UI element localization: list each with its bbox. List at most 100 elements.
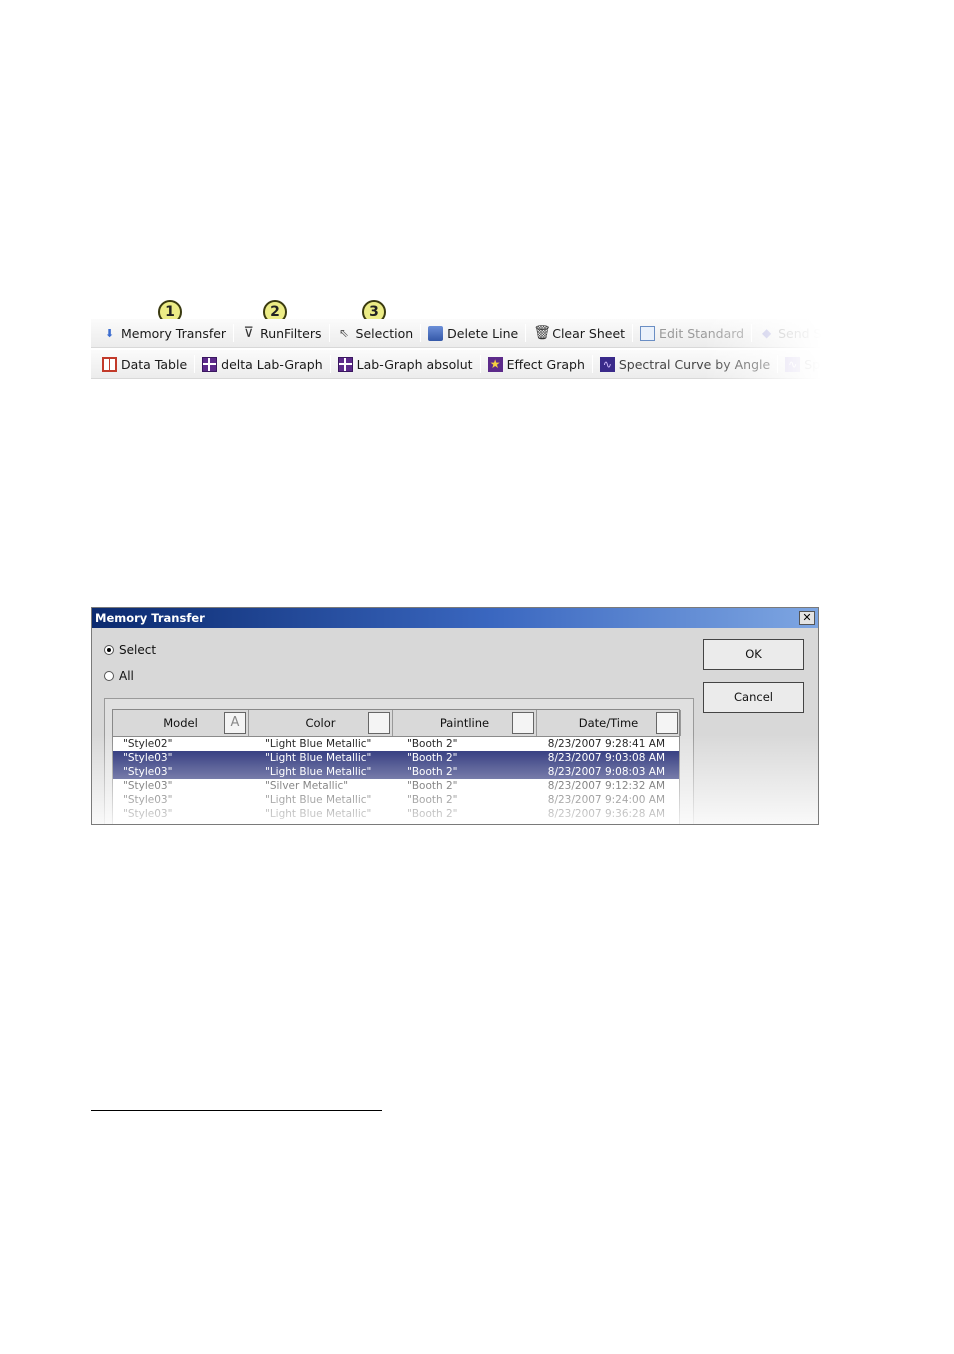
delete-line-icon (428, 325, 444, 341)
table-row[interactable]: "Style03" "Light Blue Metallic" "Booth 2" 8… (113, 751, 679, 765)
sort-box-icon[interactable] (368, 712, 390, 734)
selection-label: Selection (355, 325, 414, 341)
sort-icon[interactable]: A (224, 712, 246, 734)
clear-sheet-label: Clear Sheet (552, 325, 626, 341)
spectral-button[interactable]: ∿ Spectr (780, 353, 821, 375)
column-header-paintline[interactable]: Paintline (393, 710, 537, 736)
table-cell-datetime: 8/23/2007 9:28:41 AM (547, 738, 665, 750)
delta-lab-graph-button[interactable]: delta Lab-Graph (197, 353, 328, 375)
table-cell-paintline: "Booth 2" (407, 738, 458, 750)
table-cell-color: "Light Blue Metallic" (265, 794, 372, 806)
table-cell-datetime: 8/23/2007 9:36:28 AM (547, 808, 665, 820)
column-header-model[interactable]: Model A (113, 710, 249, 736)
toolbar-row-actions: ⬇ Memory Transfer ⊽ RunFilters ⇖ Selecti… (91, 319, 821, 348)
table-cell-model: "Style02" (123, 738, 173, 750)
table-cell-model: "Style03" (123, 794, 173, 806)
table-row[interactable]: "Style03" "Light Blue Metallic" "Booth 2" 8… (113, 807, 679, 821)
delete-line-button[interactable]: Delete Line (423, 322, 523, 344)
column-label: Model (163, 716, 198, 730)
run-filters-label: RunFilters (260, 325, 322, 341)
radio-button-checked[interactable] (104, 645, 114, 655)
table-cell-datetime: 8/23/2007 9:08:03 AM (547, 766, 665, 778)
sort-box-icon[interactable] (656, 712, 678, 734)
table-cell-model: "Style03" (123, 808, 173, 820)
memory-transfer-button[interactable]: ⬇ Memory Transfer (97, 322, 231, 344)
records-table: Model A Color Paintline Date/Time "Style… (112, 709, 681, 824)
effect-graph-button[interactable]: ★ Effect Graph (483, 353, 590, 375)
column-label: Paintline (439, 716, 490, 730)
lab-graph-absolut-button[interactable]: Lab-Graph absolut (333, 353, 478, 375)
column-label: Date/Time (578, 716, 639, 730)
table-cell-color: "Light Blue Metallic" (265, 808, 372, 820)
dialog-titlebar: Memory Transfer ✕ (92, 608, 818, 628)
table-cell-model: "Style03" (123, 766, 173, 778)
radio-all-label: All (119, 669, 134, 683)
data-table-label: Data Table (121, 356, 188, 372)
spectral-curve-button[interactable]: ∿ Spectral Curve by Angle (595, 353, 775, 375)
close-button[interactable]: ✕ (799, 611, 815, 625)
selection-button[interactable]: ⇖ Selection (332, 322, 419, 344)
column-label: Color (305, 716, 336, 730)
column-header-color[interactable]: Color (249, 710, 393, 736)
table-cell-color: "Light Blue Metallic" (265, 738, 372, 750)
footnote-separator (91, 1110, 382, 1111)
table-cell-model: "Style03" (123, 752, 173, 764)
memory-transfer-dialog: Memory Transfer ✕ Select All OK Cancel M… (91, 607, 819, 825)
toolbar-separator (329, 355, 331, 373)
table-cell-paintline: "Booth 2" (407, 766, 458, 778)
table-cell-color: "Light Blue Metallic" (265, 766, 372, 778)
toolbar-screenshot: 1 2 3 ⬇ Memory Transfer ⊽ RunFilters ⇖ S… (91, 296, 821, 386)
filter-icon: ⊽ (243, 324, 254, 341)
table-row[interactable]: "Style03" "Silver Metallic" "Booth 2" 8/23/… (113, 779, 679, 793)
toolbar-separator (194, 355, 196, 373)
table-cell-datetime: 8/23/2007 9:03:08 AM (547, 752, 665, 764)
toolbar-separator (479, 355, 481, 373)
edit-standard-button[interactable]: Edit Standard (635, 322, 749, 344)
data-table-button[interactable]: Data Table (97, 353, 192, 375)
send-label: Send Sh (778, 325, 821, 341)
down-arrow-icon: ⬇ (104, 326, 115, 340)
toolbar-separator (420, 324, 422, 342)
spectral-icon: ∿ (599, 356, 615, 372)
toolbar-separator (233, 324, 235, 342)
effect-graph-label: Effect Graph (506, 356, 585, 372)
radio-button[interactable] (104, 671, 114, 681)
radio-select-option[interactable]: Select (104, 643, 156, 657)
run-filters-button[interactable]: ⊽ RunFilters (236, 322, 326, 344)
table-row[interactable]: "Style02" "Light Blue Metallic" "Booth 2" 8… (113, 737, 679, 751)
table-cell-paintline: "Booth 2" (407, 780, 458, 792)
send-button[interactable]: ◆ Send Sh (754, 322, 821, 344)
toolbar-separator (525, 324, 527, 342)
star-icon: ★ (487, 356, 503, 372)
table-cell-paintline: "Booth 2" (407, 752, 458, 764)
toolbar-separator (777, 355, 779, 373)
table-row[interactable]: "Style03" "Light Blue Metallic" "Booth 2" 8… (113, 765, 679, 779)
memory-transfer-label: Memory Transfer (121, 325, 227, 341)
table-row[interactable]: "Style03" "Light Blue Metallic" "Booth 2" 8… (113, 793, 679, 807)
spectral-label: Spectr (804, 356, 821, 372)
column-header-datetime[interactable]: Date/Time (537, 710, 681, 736)
pointer-icon: ⇖ (339, 325, 350, 340)
toolbar-separator (591, 355, 593, 373)
table-cell-color: "Silver Metallic" (265, 780, 349, 792)
clear-sheet-button[interactable]: 🗑 Clear Sheet (528, 322, 630, 344)
table-icon (102, 356, 117, 372)
grid-icon (337, 356, 353, 372)
spectral-icon: ∿ (785, 356, 801, 372)
radio-all-option[interactable]: All (104, 669, 134, 683)
toolbar-row-views: Data Table delta Lab-Graph Lab-Graph abs… (91, 350, 821, 379)
spectral-curve-label: Spectral Curve by Angle (618, 356, 771, 372)
grid-icon (202, 356, 218, 372)
edit-standard-label: Edit Standard (659, 325, 745, 341)
table-cell-datetime: 8/23/2007 9:12:32 AM (547, 780, 665, 792)
send-icon: ◆ (761, 325, 772, 340)
sort-box-icon[interactable] (512, 712, 534, 734)
cancel-button[interactable]: Cancel (703, 682, 804, 713)
table-body: "Style02" "Light Blue Metallic" "Booth 2" 8… (113, 737, 679, 821)
radio-select-label: Select (119, 643, 157, 657)
delta-lab-graph-label: delta Lab-Graph (221, 356, 323, 372)
edit-icon (640, 325, 656, 341)
ok-button[interactable]: OK (703, 639, 804, 670)
toolbar-separator (328, 324, 330, 342)
toolbar-separator (632, 324, 634, 342)
